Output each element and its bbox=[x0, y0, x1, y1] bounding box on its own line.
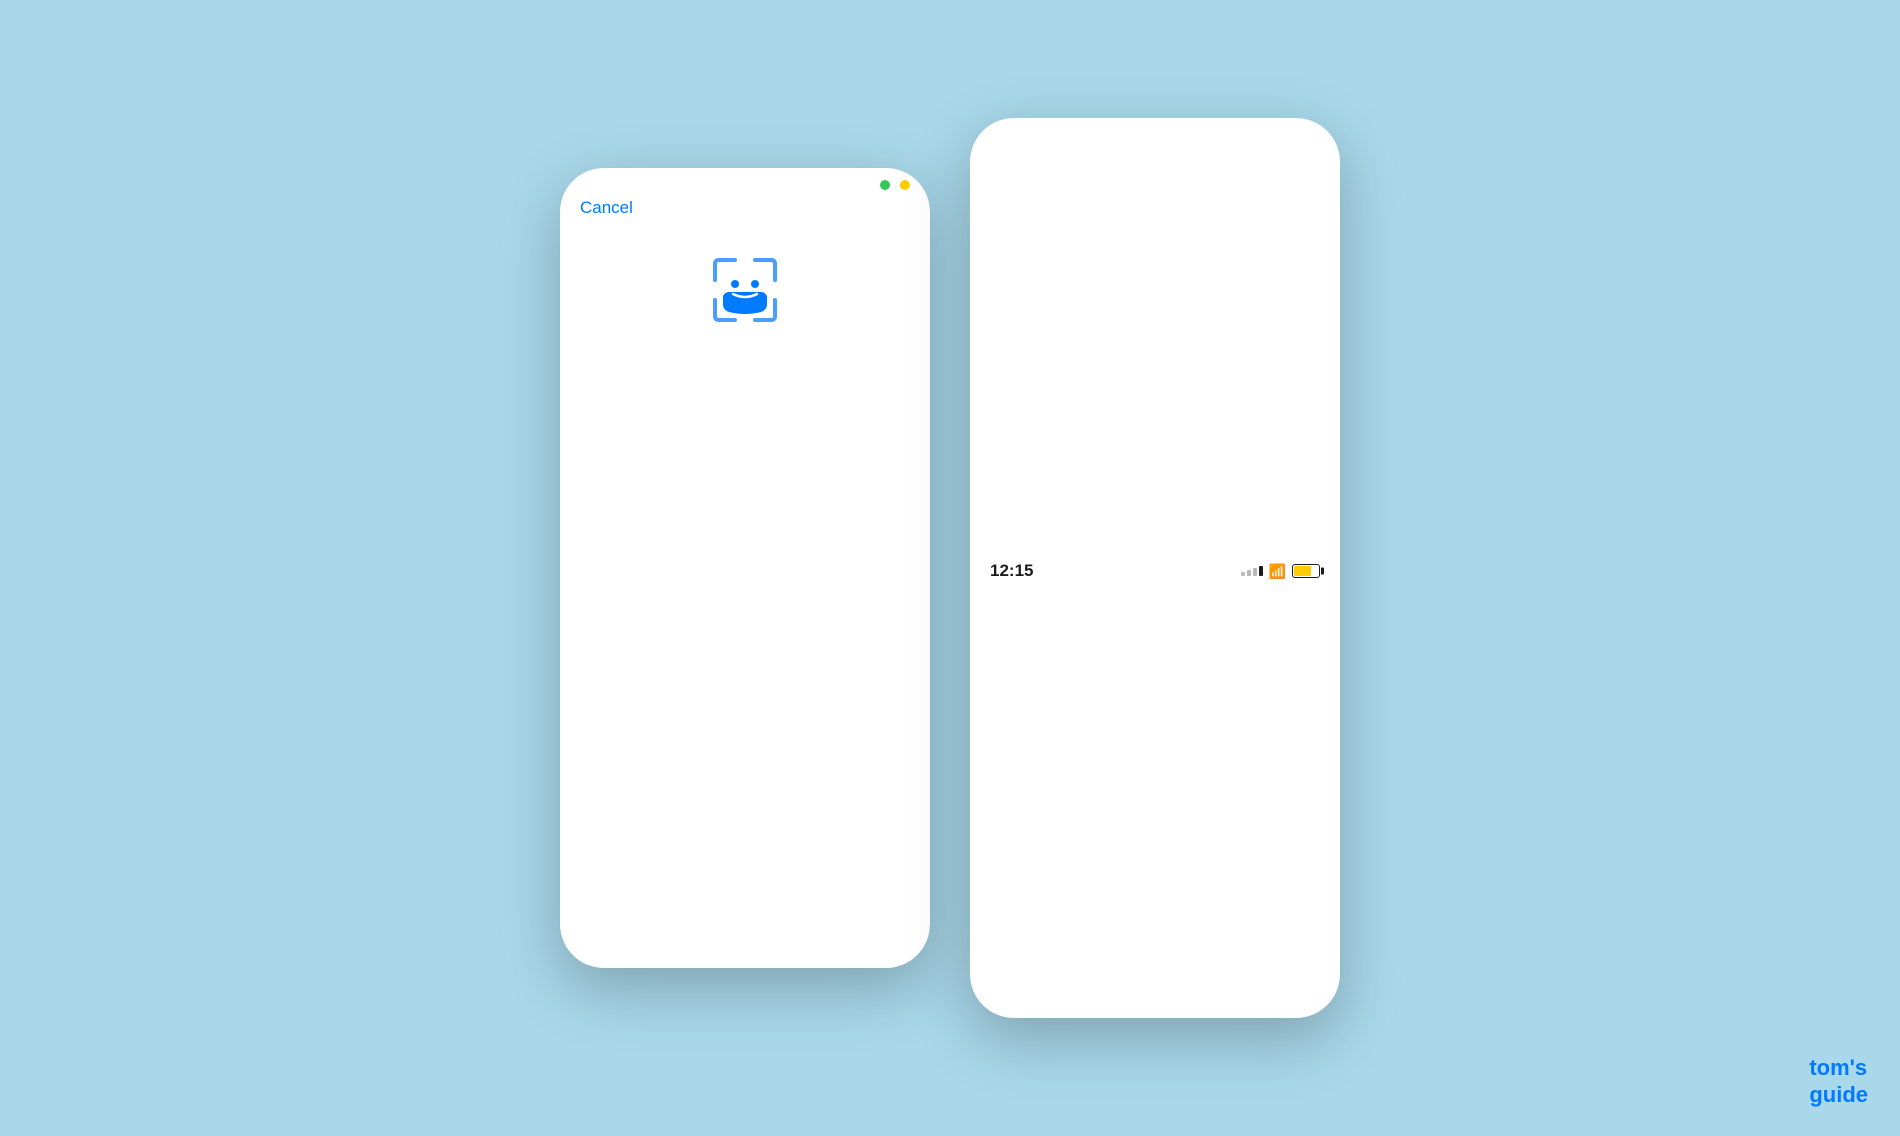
yellow-dot bbox=[900, 180, 910, 190]
green-dot bbox=[880, 180, 890, 190]
status-bar-right: 12:15 📶 bbox=[970, 118, 1340, 1018]
status-bar-left bbox=[560, 168, 930, 194]
wifi-icon: 📶 bbox=[1269, 563, 1286, 580]
left-iphone: Cancel Use Face ID W bbox=[560, 168, 930, 968]
status-time: 12:15 bbox=[990, 561, 1033, 581]
face-id-mask-icon bbox=[705, 250, 785, 330]
right-iphone: 12:15 📶 ‹ Settings Face ID & Passcode bbox=[970, 118, 1340, 1018]
battery-fill bbox=[1294, 566, 1311, 576]
toms-guide-watermark: tom's guide bbox=[1809, 1055, 1868, 1108]
signal-icon bbox=[1241, 566, 1263, 576]
status-icons: 📶 bbox=[1241, 563, 1320, 580]
battery-icon bbox=[1292, 564, 1320, 578]
cancel-button[interactable]: Cancel bbox=[560, 194, 930, 230]
face-icon-area bbox=[560, 230, 930, 968]
